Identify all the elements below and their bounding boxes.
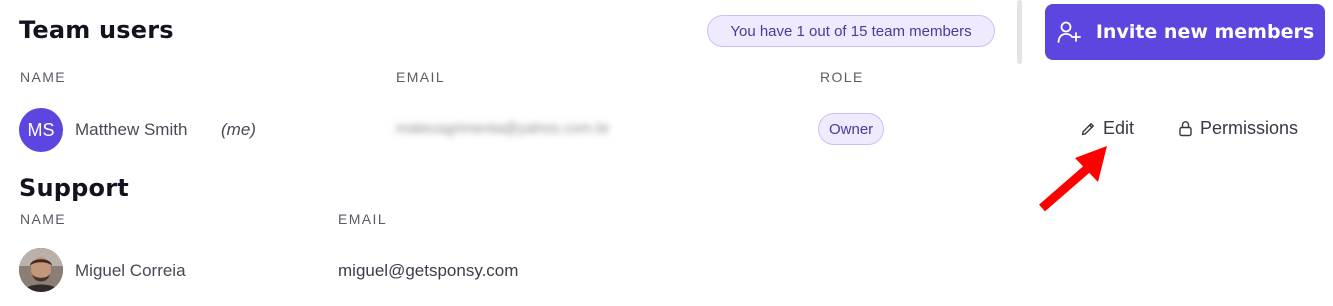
permissions-label: Permissions bbox=[1200, 118, 1299, 138]
role-badge: Owner bbox=[818, 113, 885, 145]
lock-icon bbox=[1178, 120, 1193, 137]
user-plus-icon bbox=[1056, 19, 1082, 45]
support-user-email: miguel@getsponsy.com bbox=[338, 261, 519, 280]
support-title: Support bbox=[19, 174, 129, 202]
team-user-email: mateusgrimenta@yahoo.com.br bbox=[396, 120, 610, 137]
scroll-divider bbox=[1017, 0, 1022, 64]
team-users-title: Team users bbox=[19, 16, 174, 44]
edit-button[interactable]: Edit bbox=[1080, 118, 1134, 139]
team-members-count-badge: You have 1 out of 15 team members bbox=[707, 15, 995, 47]
permissions-button[interactable]: Permissions bbox=[1178, 118, 1298, 139]
avatar bbox=[19, 248, 63, 292]
team-col-role: ROLE bbox=[820, 69, 864, 85]
invite-new-members-button[interactable]: Invite new members bbox=[1045, 4, 1325, 60]
avatar-initials: MS bbox=[27, 119, 55, 140]
invite-button-label: Invite new members bbox=[1095, 21, 1315, 43]
profile-photo-icon bbox=[19, 248, 63, 292]
team-user-name: Matthew Smith bbox=[75, 120, 188, 139]
support-col-name: NAME bbox=[20, 211, 67, 227]
avatar: MS bbox=[19, 108, 63, 152]
team-col-email: EMAIL bbox=[396, 69, 446, 85]
annotation-arrow bbox=[1039, 146, 1107, 212]
edit-label: Edit bbox=[1103, 118, 1135, 138]
me-tag: (me) bbox=[221, 120, 256, 139]
pencil-icon bbox=[1080, 121, 1096, 137]
support-user-name: Miguel Correia bbox=[75, 261, 186, 280]
support-col-email: EMAIL bbox=[338, 211, 388, 227]
team-col-name: NAME bbox=[20, 69, 67, 85]
